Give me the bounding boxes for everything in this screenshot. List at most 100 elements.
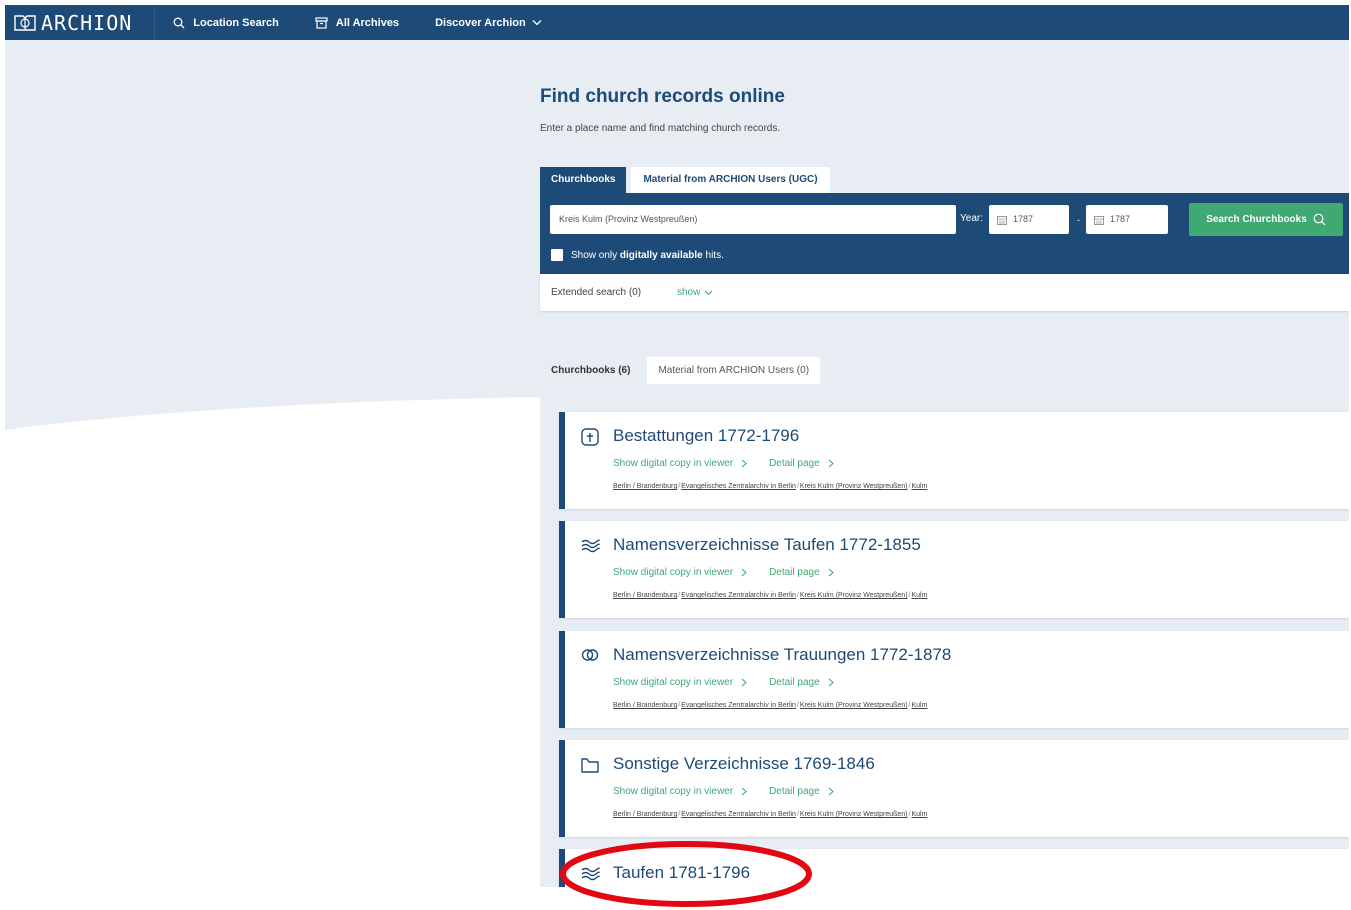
top-navigation: ARCHION Location Search All Archives Dis… bbox=[5, 5, 1349, 40]
page: ARCHION Location Search All Archives Dis… bbox=[5, 5, 1349, 887]
result-card[interactable]: Sonstige Verzeichnisse 1769-1846 Show di… bbox=[559, 740, 1349, 837]
detail-page-label: Detail page bbox=[769, 567, 820, 578]
year-separator: - bbox=[1077, 215, 1080, 225]
show-in-viewer-label: Show digital copy in viewer bbox=[613, 786, 734, 797]
chevron-right-icon bbox=[828, 459, 834, 468]
extended-search-toggle[interactable]: show bbox=[677, 287, 713, 298]
search-churchbooks-button[interactable]: Search Churchbooks bbox=[1189, 203, 1343, 236]
result-title[interactable]: Namensverzeichnisse Taufen 1772-1855 bbox=[613, 535, 921, 555]
chevron-right-icon bbox=[741, 568, 747, 577]
chevron-down-icon bbox=[704, 290, 713, 295]
breadcrumb-parish[interactable]: Kulm bbox=[911, 592, 927, 599]
detail-page-label: Detail page bbox=[769, 786, 820, 797]
show-in-viewer-link[interactable]: Show digital copy in viewer bbox=[613, 458, 747, 469]
result-tab-churchbooks[interactable]: Churchbooks (6) bbox=[540, 357, 641, 384]
result-title[interactable]: Bestattungen 1772-1796 bbox=[613, 426, 799, 446]
show-in-viewer-label: Show digital copy in viewer bbox=[613, 567, 734, 578]
breadcrumb-parish[interactable]: Kulm bbox=[911, 811, 927, 818]
extended-search-toggle-label: show bbox=[677, 287, 701, 298]
breadcrumb-parish[interactable]: Kulm bbox=[911, 483, 927, 490]
search-panel: Kreis Kulm (Provinz Westpreußen) Year: 1… bbox=[540, 193, 1349, 274]
year-from-value: 1787 bbox=[1013, 214, 1034, 224]
book-logo-icon bbox=[14, 14, 36, 31]
highlight-ellipse bbox=[560, 841, 812, 907]
breadcrumb-region[interactable]: Berlin / Brandenburg bbox=[613, 592, 677, 599]
show-in-viewer-link[interactable]: Show digital copy in viewer bbox=[613, 567, 747, 578]
detail-page-label: Detail page bbox=[769, 458, 820, 469]
nav-discover-archion-label: Discover Archion bbox=[435, 16, 526, 29]
search-icon bbox=[1313, 213, 1326, 226]
detail-page-link[interactable]: Detail page bbox=[769, 458, 834, 469]
detail-page-label: Detail page bbox=[769, 677, 820, 688]
page-title: Find church records online bbox=[540, 86, 785, 107]
extended-search-bar: Extended search (0) show bbox=[540, 274, 1349, 311]
logo-text: ARCHION bbox=[41, 10, 133, 35]
breadcrumb-archive[interactable]: Evangelisches Zentralarchiv in Berlin bbox=[681, 702, 796, 709]
chevron-right-icon bbox=[741, 678, 747, 687]
detail-page-link[interactable]: Detail page bbox=[769, 786, 834, 797]
result-tabs: Churchbooks (6) Material from ARCHION Us… bbox=[540, 357, 821, 384]
breadcrumb-region[interactable]: Berlin / Brandenburg bbox=[613, 483, 677, 490]
result-card[interactable]: Bestattungen 1772-1796 Show digital copy… bbox=[559, 412, 1349, 509]
result-tab-ugc[interactable]: Material from ARCHION Users (0) bbox=[647, 357, 821, 384]
show-in-viewer-link[interactable]: Show digital copy in viewer bbox=[613, 677, 747, 688]
breadcrumb-archive[interactable]: Evangelisches Zentralarchiv in Berlin bbox=[681, 811, 796, 818]
breadcrumb-region[interactable]: Berlin / Brandenburg bbox=[613, 811, 677, 818]
calendar-icon bbox=[997, 215, 1007, 225]
detail-page-link[interactable]: Detail page bbox=[769, 567, 834, 578]
search-tabs: Churchbooks Material from ARCHION Users … bbox=[540, 167, 830, 193]
breadcrumb: Berlin / Brandenburg/Evangelisches Zentr… bbox=[613, 811, 928, 818]
breadcrumb-archive[interactable]: Evangelisches Zentralarchiv in Berlin bbox=[681, 483, 796, 490]
breadcrumb-parish[interactable]: Kulm bbox=[911, 702, 927, 709]
breadcrumb-archive[interactable]: Evangelisches Zentralarchiv in Berlin bbox=[681, 592, 796, 599]
checkbox-label-suffix: hits. bbox=[702, 249, 724, 261]
year-to-value: 1787 bbox=[1110, 214, 1131, 224]
year-to-input[interactable]: 1787 bbox=[1086, 205, 1168, 234]
show-in-viewer-label: Show digital copy in viewer bbox=[613, 458, 734, 469]
breadcrumb: Berlin / Brandenburg/Evangelisches Zentr… bbox=[613, 483, 928, 490]
chevron-right-icon bbox=[828, 568, 834, 577]
chevron-right-icon bbox=[741, 459, 747, 468]
chevron-right-icon bbox=[741, 787, 747, 796]
chevron-down-icon bbox=[532, 20, 542, 26]
breadcrumb-district[interactable]: Kreis Kulm (Provinz Westpreußen) bbox=[800, 702, 908, 709]
search-button-label: Search Churchbooks bbox=[1206, 214, 1307, 225]
breadcrumb-district[interactable]: Kreis Kulm (Provinz Westpreußen) bbox=[800, 811, 908, 818]
extended-search-label: Extended search (0) bbox=[551, 287, 642, 298]
breadcrumb-district[interactable]: Kreis Kulm (Provinz Westpreußen) bbox=[800, 592, 908, 599]
archion-logo[interactable]: ARCHION bbox=[5, 5, 156, 40]
digital-only-checkbox-row[interactable]: Show only digitally available hits. bbox=[551, 249, 724, 261]
year-from-input[interactable]: 1787 bbox=[989, 205, 1069, 234]
place-input[interactable]: Kreis Kulm (Provinz Westpreußen) bbox=[550, 205, 956, 234]
breadcrumb: Berlin / Brandenburg/Evangelisches Zentr… bbox=[613, 702, 928, 709]
water-waves-icon bbox=[581, 539, 600, 553]
nav-location-search[interactable]: Location Search bbox=[155, 5, 297, 40]
show-in-viewer-label: Show digital copy in viewer bbox=[613, 677, 734, 688]
result-title[interactable]: Sonstige Verzeichnisse 1769-1846 bbox=[613, 754, 875, 774]
tab-ugc-material[interactable]: Material from ARCHION Users (UGC) bbox=[631, 167, 830, 193]
result-title[interactable]: Namensverzeichnisse Trauungen 1772-1878 bbox=[613, 645, 951, 665]
page-subtitle: Enter a place name and find matching chu… bbox=[540, 123, 781, 134]
result-card[interactable]: Namensverzeichnisse Taufen 1772-1855 Sho… bbox=[559, 521, 1349, 618]
nav-all-archives[interactable]: All Archives bbox=[297, 5, 417, 40]
cross-box-icon bbox=[581, 428, 599, 446]
breadcrumb-region[interactable]: Berlin / Brandenburg bbox=[613, 702, 677, 709]
nav-all-archives-label: All Archives bbox=[335, 16, 400, 29]
nav-location-search-label: Location Search bbox=[193, 16, 279, 29]
checkbox-label-prefix: Show only bbox=[571, 249, 620, 261]
show-in-viewer-link[interactable]: Show digital copy in viewer bbox=[613, 786, 747, 797]
checkbox-label-bold: digitally available bbox=[619, 249, 703, 261]
tab-churchbooks[interactable]: Churchbooks bbox=[540, 167, 627, 193]
nav-discover-archion[interactable]: Discover Archion bbox=[417, 5, 560, 40]
year-label: Year: bbox=[960, 213, 983, 224]
chevron-right-icon bbox=[828, 787, 834, 796]
result-card[interactable]: Namensverzeichnisse Trauungen 1772-1878 … bbox=[559, 631, 1349, 728]
detail-page-link[interactable]: Detail page bbox=[769, 677, 834, 688]
digital-only-checkbox[interactable] bbox=[551, 249, 563, 261]
chevron-right-icon bbox=[828, 678, 834, 687]
folder-icon bbox=[581, 758, 599, 773]
search-icon bbox=[173, 17, 185, 28]
archive-box-icon bbox=[315, 16, 328, 29]
calendar-icon bbox=[1094, 215, 1104, 225]
breadcrumb-district[interactable]: Kreis Kulm (Provinz Westpreußen) bbox=[800, 483, 908, 490]
